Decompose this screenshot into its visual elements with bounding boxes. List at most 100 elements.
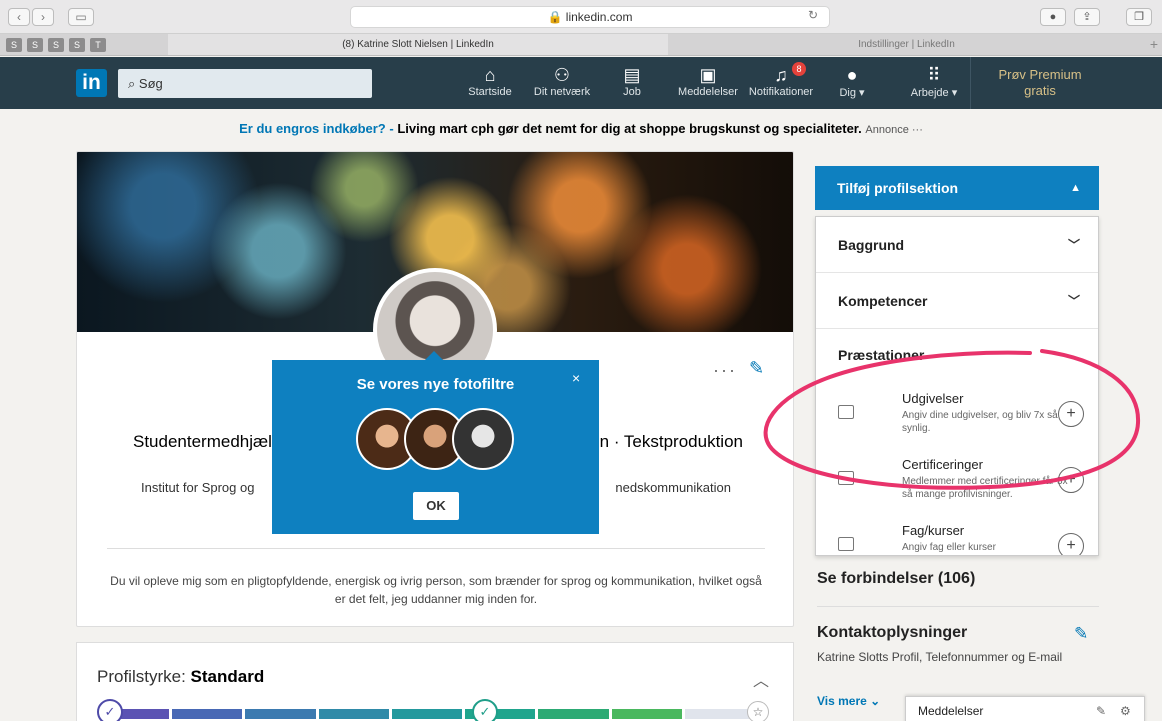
connections-link[interactable]: Se forbindelser (106) [817,570,975,588]
strength-segment [611,709,682,719]
strength-bar [99,709,755,719]
search-input[interactable]: ⌕ Søg [118,69,372,98]
ad-note[interactable]: Annonce ··· [865,124,922,136]
filter-preview-3 [452,408,514,470]
strength-segment [245,709,316,719]
headline-right: n · Tekstproduktion [599,432,743,451]
messages-icon: ▣ [699,65,717,85]
add-profile-section-button[interactable]: Tilføj profilsektion ▲ [815,166,1099,210]
section-background[interactable]: Baggrund ﹀ [816,217,1098,273]
strength-current-check-icon: ✓ [472,699,498,721]
course-title: Fag/kurser [902,523,965,538]
nav-jobs-label: Job [623,86,641,98]
search-placeholder: Søg [138,76,163,91]
linkedin-logo[interactable]: in [76,69,107,97]
favorite-3[interactable]: S [48,38,64,52]
red-circle-annotation [763,349,1141,490]
reload-icon[interactable]: ↻ [808,8,818,22]
sidebar-divider [817,606,1099,607]
address-bar[interactable]: 🔒 linkedin.com [350,6,830,28]
contact-text: Katrine Slotts Profil, Telefonnummer og … [817,650,1063,664]
notification-badge: 8 [792,62,806,76]
gear-icon[interactable]: ⚙ [1120,697,1131,721]
star-icon: ☆ [747,701,769,721]
strength-level: Standard [190,667,265,686]
favorite-1[interactable]: S [6,38,22,52]
tab-settings[interactable]: Indstillinger | LinkedIn [669,34,1144,55]
strength-segment [318,709,389,719]
compose-icon[interactable]: ✎ [1096,697,1106,721]
school-right: nedskommunikation [615,480,731,495]
downloads-icon[interactable]: ● [1040,8,1066,26]
nav-home[interactable]: ⌂ Startside [466,64,514,98]
briefcase-icon: ▤ [623,65,641,85]
caret-up-icon: ▲ [1070,182,1081,194]
course-desc: Angiv fag eller kurser [902,542,996,553]
avatar-icon: ● [846,65,858,85]
strength-segment [172,709,243,719]
messaging-bar[interactable]: Meddelelser ✎ ⚙ [905,696,1145,721]
filter-previews [356,408,516,472]
tabs-icon[interactable]: ❐ [1126,8,1152,26]
network-icon: ⚇ [553,65,571,85]
tab-profile[interactable]: (8) Katrine Slott Nielsen | LinkedIn [168,34,668,55]
profile-summary: Du vil opleve mig som en pligtopfyldende… [110,574,762,606]
grid-icon: ⠿ [927,65,941,85]
nav-jobs[interactable]: ▤ Job [614,64,650,98]
popup-arrow [425,351,443,360]
premium-link[interactable]: Prøv Premium gratis [992,67,1088,99]
nav-messages[interactable]: ▣ Meddelelser [676,64,740,98]
nav-messages-label: Meddelelser [678,86,738,98]
chevron-down-icon: ﹀ [1067,294,1080,308]
favorite-5[interactable]: T [90,38,106,52]
more-options-icon[interactable]: ··· [713,360,737,381]
collapse-chevron-icon[interactable]: ︿ [753,667,769,691]
bell-icon: ♫ [774,65,788,85]
nav-network[interactable]: ⚇ Dit netværk [530,64,594,98]
nav-network-label: Dit netværk [533,86,591,98]
ad-banner[interactable]: Er du engros indkøber? - Living mart cph… [0,121,1162,136]
school-left: Institut for Sprog og [141,480,255,495]
share-icon[interactable]: ⇪ [1074,8,1100,26]
strength-segment [391,709,463,719]
search-icon: ⌕ [128,76,139,91]
add-course-plus-icon[interactable]: + [1058,533,1084,555]
nav-notifications-label: Notifikationer [748,86,814,98]
close-icon[interactable]: × [572,370,580,386]
messaging-label: Meddelelser [918,704,984,718]
card-divider [107,548,765,549]
ad-question[interactable]: Er du engros indkøber? - [239,121,394,136]
section-skills[interactable]: Kompetencer ﹀ [816,273,1098,329]
nav-me-label: Dig ▾ [839,87,865,99]
favorite-4[interactable]: S [69,38,85,52]
new-tab-icon[interactable]: + [1150,36,1158,52]
see-more-link[interactable]: Vis mere ⌄ [817,694,880,708]
strength-label-text: Profilstyrke: [97,667,186,686]
chevron-down-icon: ﹀ [1067,238,1080,252]
nav-work[interactable]: ⠿ Arbejde ▾ [902,64,966,99]
browser-toolbar: ‹ › ▭ 🔒 linkedin.com ↻ ● ⇪ ❐ [0,0,1162,34]
profile-strength-card: Profilstyrke: Standard ︿ ✓ ✓ ☆ [76,642,794,721]
ad-text[interactable]: Living mart cph gør det nemt for dig at … [397,121,861,136]
favorite-2[interactable]: S [27,38,43,52]
nav-home-label: Startside [468,86,512,98]
strength-segment [538,709,609,719]
strength-step-check-icon: ✓ [97,699,123,721]
back-button[interactable]: ‹ [8,8,30,26]
photo-filter-popup: Se vores nye fotofiltre × OK [272,360,599,534]
nav-me[interactable]: ● Dig ▾ [834,64,870,99]
nav-work-label: Arbejde ▾ [910,87,958,99]
ok-button[interactable]: OK [413,492,459,520]
strength-label: Profilstyrke: Standard [97,667,264,687]
tab-bar: S S S S T (8) Katrine Slott Nielsen | Li… [0,34,1162,56]
nav-notifications[interactable]: ♫ 8 Notifikationer [742,62,820,98]
book-icon [838,537,854,551]
sidebar-toggle-icon[interactable]: ▭ [68,8,94,26]
forward-button[interactable]: › [32,8,54,26]
linkedin-nav: in ⌕ Søg ⌂ Startside ⚇ Dit netværk ▤ Job… [0,57,1162,109]
home-icon: ⌂ [484,65,496,85]
nav-divider [970,57,971,109]
contact-heading: Kontaktoplysninger [817,624,968,641]
section-background-label: Baggrund [838,237,905,253]
edit-contact-icon[interactable]: ✎ [1074,624,1088,644]
